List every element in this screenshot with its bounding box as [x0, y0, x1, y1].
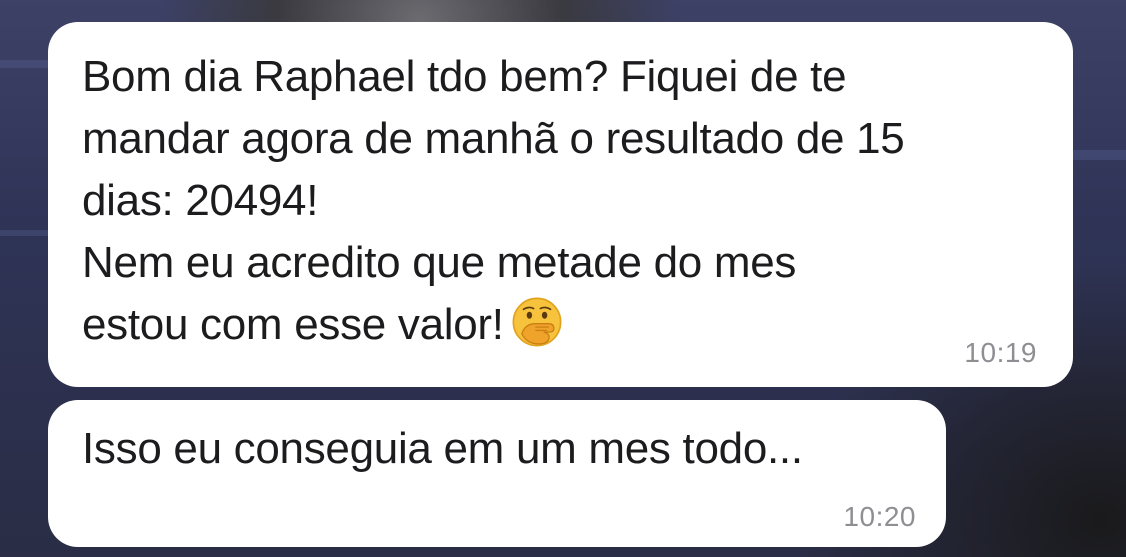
message-line: estou com esse valor!	[82, 300, 504, 349]
message-bubble[interactable]: Isso eu conseguia em um mes todo... 10:2…	[48, 400, 946, 547]
message-text: Bom dia Raphael tdo bem? Fiquei de te ma…	[82, 46, 1039, 356]
message-text: Isso eu conseguia em um mes todo...	[82, 418, 912, 480]
wallpaper-stripe	[0, 230, 55, 236]
message-line: Bom dia Raphael tdo bem? Fiquei de te	[82, 52, 847, 101]
message-bubble[interactable]: Bom dia Raphael tdo bem? Fiquei de te ma…	[48, 22, 1073, 387]
message-line: dias: 20494!	[82, 176, 319, 225]
wallpaper-stripe	[1070, 150, 1126, 160]
message-line: Nem eu acredito que metade do mes	[82, 238, 797, 287]
message-timestamp: 10:19	[964, 337, 1037, 368]
message-timestamp: 10:20	[843, 501, 916, 532]
face-with-hand-over-mouth-icon	[512, 297, 562, 347]
message-line: Isso eu conseguia em um mes todo...	[82, 424, 803, 473]
message-line: mandar agora de manhã o resultado de 15	[82, 114, 905, 163]
